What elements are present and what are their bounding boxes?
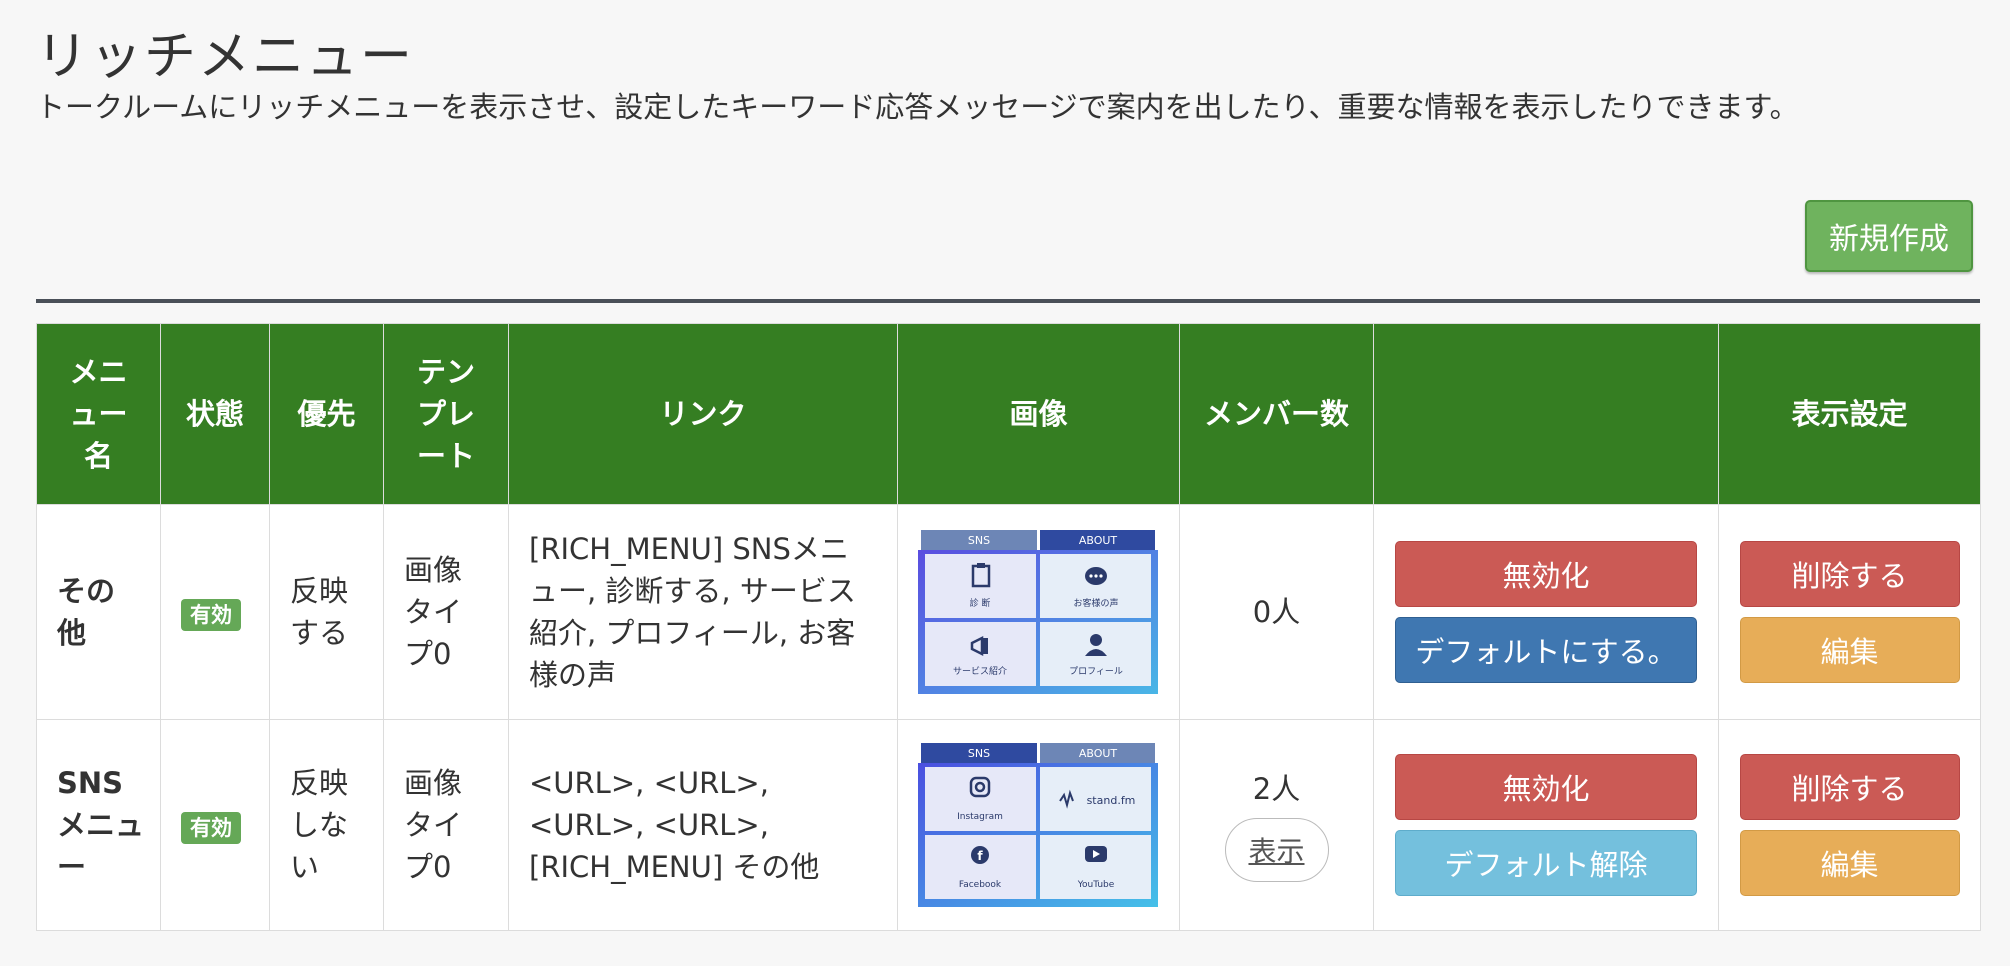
priority-value: 反映する bbox=[290, 574, 349, 650]
link-cell: <URL>, <URL>, <URL>, <URL>, [RICH_MENU] … bbox=[508, 719, 898, 931]
thumb-tab-sns: SNS bbox=[968, 747, 990, 760]
table-row: その他 有効 反映する 画像タイプ0 [RICH_MENU] SNSメニュー, … bbox=[36, 504, 1981, 720]
display-settings-cell: 削除する 編集 bbox=[1718, 504, 1981, 720]
youtube-icon bbox=[1085, 846, 1107, 862]
thumb-tile-label: サービス紹介 bbox=[953, 665, 1007, 677]
disable-button[interactable]: 無効化 bbox=[1395, 541, 1697, 607]
priority-value: 反映しない bbox=[290, 766, 349, 884]
thumb-tile-label: YouTube bbox=[1077, 880, 1115, 890]
link-value: <URL>, <URL>, <URL>, <URL>, [RICH_MENU] … bbox=[529, 766, 820, 884]
remove-default-button[interactable]: デフォルト解除 bbox=[1395, 830, 1697, 896]
edit-button[interactable]: 編集 bbox=[1739, 830, 1960, 896]
header-template: テンプレート bbox=[383, 323, 509, 505]
template-cell: 画像タイプ0 bbox=[383, 504, 509, 720]
image-cell: SNS ABOUT stand.fm f Instagram Facebook … bbox=[897, 719, 1180, 931]
disable-button[interactable]: 無効化 bbox=[1395, 754, 1697, 820]
rich-menu-table: メニュー名 状態 優先 テンプレート リンク 画像 メンバー数 表示設定 その他… bbox=[36, 323, 1981, 931]
svg-text:f: f bbox=[977, 849, 983, 863]
thumb-tab-sns: SNS bbox=[968, 534, 990, 547]
divider bbox=[36, 299, 1980, 303]
status-badge: 有効 bbox=[181, 812, 241, 844]
member-count: 0人 bbox=[1252, 595, 1301, 629]
display-settings-cell: 削除する 編集 bbox=[1718, 719, 1981, 931]
delete-button[interactable]: 削除する bbox=[1739, 754, 1960, 820]
thumb-tile-label: Instagram bbox=[957, 812, 1003, 822]
priority-cell: 反映しない bbox=[269, 719, 384, 931]
header-display-settings: 表示設定 bbox=[1718, 323, 1981, 505]
page-description: トークルームにリッチメニューを表示させ、設定したキーワード応答メッセージで案内を… bbox=[36, 90, 1799, 124]
link-cell: [RICH_MENU] SNSメニュー, 診断する, サービス紹介, プロフィー… bbox=[508, 504, 898, 720]
member-count-cell: 0人 bbox=[1179, 504, 1374, 720]
actions-cell: 無効化 デフォルトにする。 bbox=[1373, 504, 1719, 720]
header-status: 状態 bbox=[160, 323, 270, 505]
menu-name-cell: SNSメニュー bbox=[36, 719, 161, 931]
menu-name: SNSメニュー bbox=[57, 766, 145, 884]
status-cell: 有効 bbox=[160, 719, 270, 931]
template-cell: 画像タイプ0 bbox=[383, 719, 509, 931]
status-badge: 有効 bbox=[181, 599, 241, 631]
thumb-tab-about: ABOUT bbox=[1079, 747, 1118, 760]
page-title: リッチメニュー bbox=[36, 27, 415, 87]
header-priority: 優先 bbox=[269, 323, 384, 505]
rich-menu-thumbnail: SNS ABOUT 診 断 お客様の声 サービス紹介 プロフィール bbox=[918, 530, 1158, 694]
header-member-count: メンバー数 bbox=[1179, 323, 1374, 505]
thumb-tile-label: 診 断 bbox=[970, 597, 991, 609]
table-row: SNSメニュー 有効 反映しない 画像タイプ0 <URL>, <URL>, <U… bbox=[36, 719, 1981, 931]
member-count-cell: 2人 表示 bbox=[1179, 719, 1374, 931]
thumb-tab-about: ABOUT bbox=[1079, 534, 1118, 547]
status-cell: 有効 bbox=[160, 504, 270, 720]
table-header-row: メニュー名 状態 優先 テンプレート リンク 画像 メンバー数 表示設定 bbox=[36, 323, 1981, 505]
header-image: 画像 bbox=[897, 323, 1180, 505]
template-value: 画像タイプ0 bbox=[404, 553, 463, 671]
priority-cell: 反映する bbox=[269, 504, 384, 720]
member-count: 2人 bbox=[1252, 772, 1301, 806]
show-members-button[interactable]: 表示 bbox=[1224, 818, 1329, 882]
chat-bubble-icon bbox=[1085, 567, 1107, 585]
menu-name: その他 bbox=[57, 574, 116, 650]
edit-button[interactable]: 編集 bbox=[1739, 617, 1960, 683]
thumb-tile-label: Facebook bbox=[959, 880, 1002, 890]
thumb-tile-label: stand.fm bbox=[1087, 794, 1136, 807]
header-menu-name: メニュー名 bbox=[36, 323, 161, 505]
rich-menu-thumbnail: SNS ABOUT stand.fm f Instagram Facebook … bbox=[918, 743, 1158, 907]
template-value: 画像タイプ0 bbox=[404, 766, 463, 884]
make-default-button[interactable]: デフォルトにする。 bbox=[1395, 617, 1697, 683]
thumb-tile-label: プロフィール bbox=[1069, 666, 1123, 677]
delete-button[interactable]: 削除する bbox=[1739, 541, 1960, 607]
link-value: [RICH_MENU] SNSメニュー, 診断する, サービス紹介, プロフィー… bbox=[529, 532, 856, 692]
thumb-tile-label: お客様の声 bbox=[1073, 597, 1118, 609]
menu-name-cell: その他 bbox=[36, 504, 161, 720]
header-link: リンク bbox=[508, 323, 898, 505]
actions-cell: 無効化 デフォルト解除 bbox=[1373, 719, 1719, 931]
facebook-icon: f bbox=[971, 846, 989, 864]
image-cell: SNS ABOUT 診 断 お客様の声 サービス紹介 プロフィール bbox=[897, 504, 1180, 720]
new-create-button[interactable]: 新規作成 bbox=[1805, 200, 1973, 272]
header-actions bbox=[1373, 323, 1719, 505]
